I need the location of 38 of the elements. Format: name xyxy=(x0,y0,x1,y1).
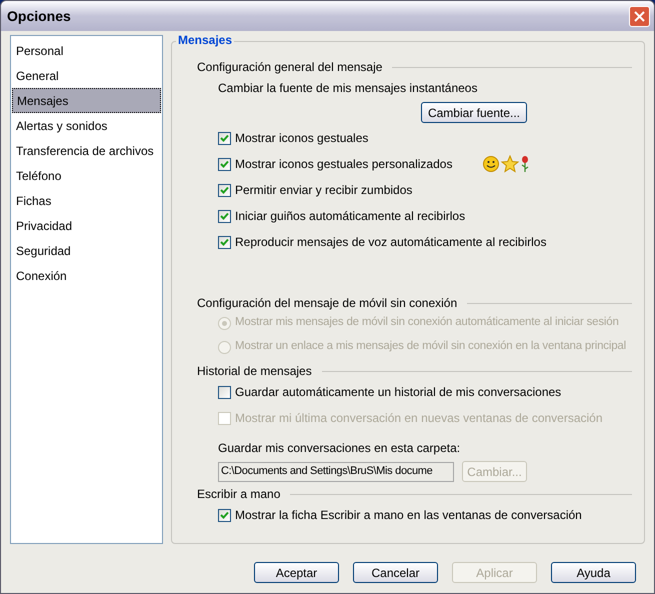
group-title: Mensajes xyxy=(176,33,234,47)
checkbox[interactable] xyxy=(218,508,231,522)
checkbox-label[interactable]: Mostrar iconos gestuales xyxy=(235,129,368,147)
category-item[interactable]: Mensajes xyxy=(12,88,161,113)
category-item[interactable]: Alertas y sonidos xyxy=(12,113,161,138)
checkbox-label[interactable]: Permitir enviar y recibir zumbidos xyxy=(235,181,412,199)
close-icon xyxy=(634,10,645,22)
checkbox[interactable] xyxy=(218,386,231,398)
checkbox[interactable] xyxy=(218,158,231,170)
folder-label: Guardar mis conversaciones en esta carpeta: xyxy=(218,440,462,457)
change-font-button[interactable]: Cambiar fuente... xyxy=(421,102,527,123)
section-heading: Historial de mensajes xyxy=(197,363,312,380)
section-heading: Configuración del mensaje de móvil sin conexión xyxy=(197,295,458,312)
checkbox[interactable] xyxy=(218,132,231,144)
category-item[interactable]: Conexión xyxy=(12,263,161,288)
category-item[interactable]: Privacidad xyxy=(12,213,161,238)
checkbox-label[interactable]: Reproducir mensajes de voz automáticamente al recibirlos xyxy=(235,233,546,251)
dialog-button[interactable]: Aceptar xyxy=(254,562,339,583)
checkbox[interactable] xyxy=(218,236,231,248)
category-item[interactable]: Fichas xyxy=(12,188,161,213)
section-heading: Configuración general del mensaje xyxy=(197,59,382,76)
category-item[interactable]: Teléfono xyxy=(12,163,161,188)
font-hint: Cambiar la fuente de mis mensajes instantáneos xyxy=(218,80,478,96)
section-heading: Escribir a mano xyxy=(197,486,280,503)
category-item[interactable]: Transferencia de archivos xyxy=(12,138,161,163)
dialog-button[interactable]: Cancelar xyxy=(353,562,438,583)
checkbox-label[interactable]: Guardar automáticamente un historial de mis conversaciones xyxy=(235,383,562,401)
close-button[interactable] xyxy=(629,6,650,26)
checkbox[interactable] xyxy=(218,184,231,196)
checkbox[interactable] xyxy=(218,210,231,222)
checkbox-label[interactable]: Mostrar la ficha Escribir a mano en las ventanas de conversación xyxy=(235,506,582,524)
dialog-button[interactable]: Ayuda xyxy=(551,562,636,583)
category-item[interactable]: Seguridad xyxy=(12,238,161,263)
checkbox-label[interactable]: Iniciar guiños automáticamente al recibirlos xyxy=(235,207,466,225)
category-item[interactable]: General xyxy=(12,63,161,88)
category-item[interactable]: Personal xyxy=(12,38,161,63)
window-title: Opciones xyxy=(7,6,71,26)
checkbox-label[interactable]: Mostrar iconos gestuales personalizados xyxy=(235,155,452,173)
